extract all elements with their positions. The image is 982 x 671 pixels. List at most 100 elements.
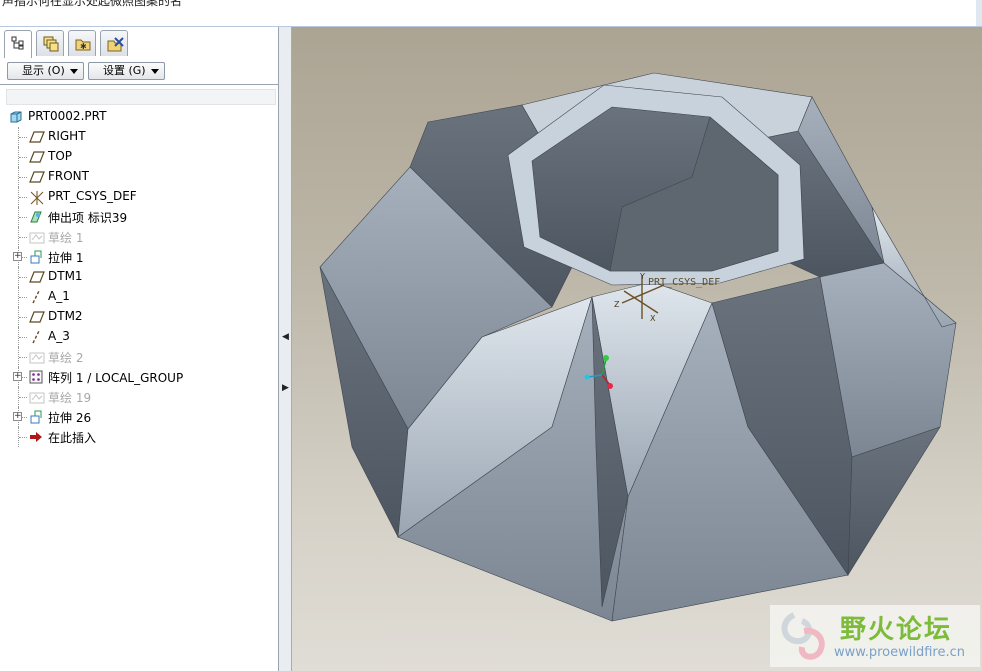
tree-line [19,297,27,298]
part-icon [9,110,23,127]
tree-line [19,137,27,138]
favorites-tab[interactable]: ✱ [68,30,96,56]
tree-item-label: RIGHT [48,129,86,143]
csys-axis-label: Y [639,272,645,281]
tools-icon [107,37,124,52]
tree-line [19,157,27,158]
datum-plane-icon [29,150,45,167]
tree-item[interactable]: 草绘 19 [0,387,278,407]
csys-label: PRT_CSYS_DEF [648,277,721,288]
tree-item-label: 阵列 1 / LOCAL_GROUP [48,371,184,385]
sketch-icon [29,350,45,367]
graphics-window[interactable]: Y Z X PRT_CSYS_DEF 野火论坛 www.proewildfire.c… [292,27,982,671]
layers-icon [43,36,59,52]
insert-here-arrow-icon [29,430,43,447]
tree-item[interactable]: DTM1 [0,267,278,287]
tree-item-label: DTM2 [48,309,83,323]
extrude-icon [29,410,45,427]
message-bar: 声指示何在显示处起微照图案的名 [0,0,982,27]
tab-divider [0,84,278,85]
tree-line [19,397,27,398]
datum-axis-icon [29,330,43,347]
collapse-left-icon[interactable]: ◀ [282,332,289,342]
tree-line [19,217,27,218]
tree-item-label: A_1 [48,289,70,303]
datum-plane-icon [29,130,45,147]
tree-item[interactable]: 在此插入 [0,427,278,447]
tree-item[interactable]: A_1 [0,287,278,307]
tree-item[interactable]: RIGHT [0,127,278,147]
sketch-icon [29,230,45,247]
tree-item-label: 伸出项 标识39 [48,211,128,225]
tree-item[interactable]: PRT_CSYS_DEF [0,187,278,207]
expand-plus-icon[interactable]: + [13,252,22,261]
datum-plane-icon [29,270,45,287]
tree-item[interactable]: PRT0002.PRT [0,107,278,127]
tree-line [19,337,27,338]
extrude-icon [29,250,45,267]
tree-item-label: 拉伸 1 [48,251,84,265]
tree-item-label: FRONT [48,169,89,183]
tree-item[interactable]: 伸出项 标识39 [0,207,278,227]
tree-item[interactable]: + 阵列 1 / LOCAL_GROUP [0,367,278,387]
tree-item[interactable]: 草绘 2 [0,347,278,367]
tree-item-label: 草绘 1 [48,231,84,245]
sketch-icon [29,390,45,407]
forum-watermark: 野火论坛 www.proewildfire.cn [770,605,980,667]
tree-line [19,177,27,178]
settings-dropdown-button[interactable]: 设置 (G) [88,62,165,80]
tree-item-label: DTM1 [48,269,83,283]
model-tree-tab[interactable] [4,30,32,58]
tree-item-label: PRT0002.PRT [28,109,107,123]
tree-item[interactable]: + 拉伸 1 [0,247,278,267]
tree-item-label: A_3 [48,329,70,343]
model-3d-view[interactable]: Y Z X [292,27,982,671]
chevron-down-icon [151,69,159,74]
tree-item-label: PRT_CSYS_DEF [48,189,137,203]
protrusion-icon [29,210,43,227]
show-dropdown-label: 显示 (O) [22,64,65,77]
csys-axis-label: X [650,314,656,323]
datum-plane-icon [29,310,45,327]
forum-logo-icon [781,612,825,660]
message-bar-edge [976,0,982,26]
tree-item[interactable]: FRONT [0,167,278,187]
show-dropdown-button[interactable]: 显示 (O) [7,62,84,80]
tree-item[interactable]: A_3 [0,327,278,347]
tree-item-label: 草绘 2 [48,351,84,365]
tree-line [19,317,27,318]
tree-item[interactable]: DTM2 [0,307,278,327]
forum-url: www.proewildfire.cn [834,645,965,660]
tree-line [19,357,27,358]
tree-item-label: TOP [48,149,73,163]
tree-line [19,237,27,238]
panel-splitter[interactable]: ◀ ▶ [279,27,292,671]
tree-item[interactable]: + 拉伸 26 [0,407,278,427]
csys-axis-label: Z [614,300,620,309]
layer-tab[interactable] [36,30,64,56]
tree-item[interactable]: TOP [0,147,278,167]
svg-text:✱: ✱ [80,42,87,51]
datum-axis-icon [29,290,43,307]
pattern-icon [29,370,43,387]
expand-plus-icon[interactable]: + [13,412,22,421]
tools-tab[interactable] [100,30,128,56]
folder-star-icon: ✱ [75,39,91,51]
tree-line [19,197,27,198]
message-text: 声指示何在显示处起微照图案的名 [2,0,183,8]
chevron-down-icon [70,69,78,74]
tree-item-label: 拉伸 26 [48,411,92,425]
tree-filter-bar[interactable] [6,89,276,105]
forum-title: 野火论坛 [840,615,953,645]
tree-line [19,437,27,438]
tree-item-label: 草绘 19 [48,391,92,405]
model-tree-icon [11,36,24,50]
expand-plus-icon[interactable]: + [13,372,22,381]
navigator-panel: ✱ 显示 (O) 设置 (G) PRT0002.PRT RIGHT TOP FRONT… [0,27,279,671]
tree-line [19,277,27,278]
expand-right-icon[interactable]: ▶ [282,383,289,393]
tree-item-label: 在此插入 [48,431,97,445]
datum-plane-icon [29,170,45,187]
tree-item[interactable]: 草绘 1 [0,227,278,247]
settings-dropdown-label: 设置 (G) [103,64,146,77]
